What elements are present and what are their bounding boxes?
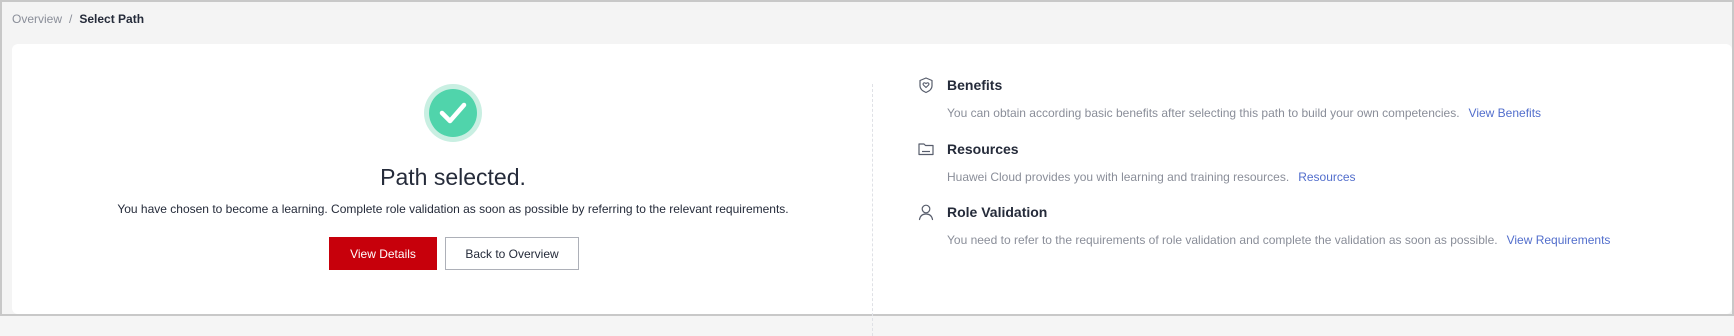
info-item-description: You can obtain according basic benefits … <box>947 106 1541 120</box>
result-panel: Path selected. You have chosen to become… <box>12 44 872 314</box>
breadcrumb: Overview / Select Path <box>12 10 144 28</box>
info-item-description: Huawei Cloud provides you with learning … <box>947 170 1356 184</box>
info-item-role-validation: Role Validation You need to refer to the… <box>917 202 1697 258</box>
panel-divider <box>872 84 873 336</box>
heart-badge-icon <box>919 77 933 94</box>
breadcrumb-current: Select Path <box>79 12 145 26</box>
info-item-description-text: Huawei Cloud provides you with learning … <box>947 170 1290 184</box>
view-details-button[interactable]: View Details <box>329 237 437 270</box>
info-item-title: Benefits <box>947 77 1003 93</box>
checkmark-icon <box>439 102 467 124</box>
info-item-description-text: You need to refer to the requirements of… <box>947 233 1498 247</box>
result-card: Path selected. You have chosen to become… <box>12 44 1732 336</box>
info-panel: Benefits You can obtain according basic … <box>917 44 1697 314</box>
result-title: Path selected. <box>380 164 526 190</box>
check-circle-icon <box>424 84 482 142</box>
view-benefits-link[interactable]: View Benefits <box>1469 106 1542 120</box>
info-item-resources: Resources Huawei Cloud provides you with… <box>917 139 1697 195</box>
view-requirements-link[interactable]: View Requirements <box>1507 233 1611 247</box>
page-frame: Overview / Select Path Path selected. Yo… <box>0 0 1734 336</box>
user-icon <box>918 204 934 221</box>
back-to-overview-button[interactable]: Back to Overview <box>445 237 579 270</box>
resources-link[interactable]: Resources <box>1298 170 1355 184</box>
breadcrumb-separator: / <box>69 12 73 26</box>
folder-icon <box>918 143 934 156</box>
info-item-description: You need to refer to the requirements of… <box>947 233 1610 247</box>
info-item-benefits: Benefits You can obtain according basic … <box>917 75 1697 131</box>
info-item-description-text: You can obtain according basic benefits … <box>947 106 1460 120</box>
breadcrumb-link-overview[interactable]: Overview <box>12 12 62 26</box>
info-item-title: Role Validation <box>947 204 1048 220</box>
check-circle-inner <box>429 89 477 137</box>
info-item-title: Resources <box>947 141 1019 157</box>
result-message: You have chosen to become a learning. Co… <box>117 202 789 216</box>
